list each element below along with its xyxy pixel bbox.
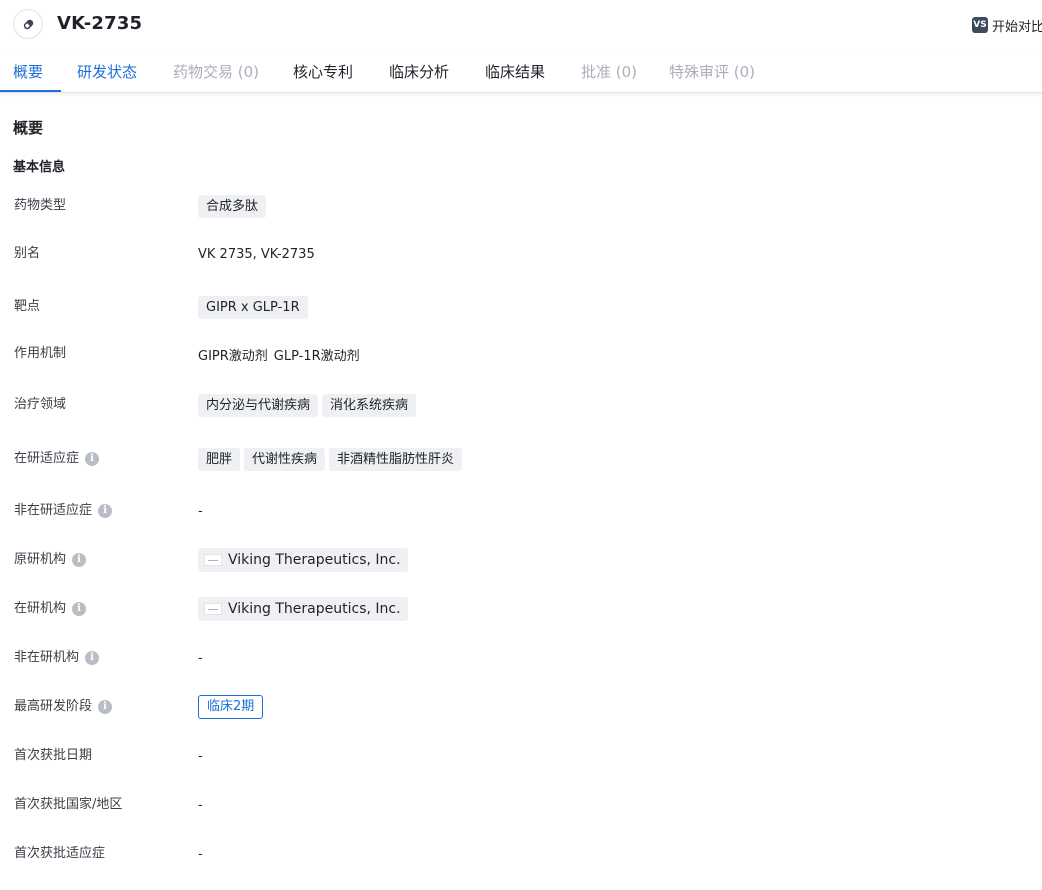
field-value: - xyxy=(198,748,203,764)
field-value: Viking Therapeutics, Inc. xyxy=(198,545,408,575)
info-icon[interactable]: i xyxy=(85,651,100,665)
therapeutic-area-tag: 内分泌与代谢疾病 xyxy=(198,393,319,417)
field-label: 首次获批日期 xyxy=(14,748,93,763)
field-value: 内分泌与代谢疾病 消化系统疾病 xyxy=(198,390,420,420)
field-label: 首次获批国家/地区 xyxy=(14,797,123,812)
field-label-text: 最高研发阶段 xyxy=(14,699,93,714)
mechanism-item: GLP-1R激动剂 xyxy=(273,348,360,364)
therapeutic-area-tag: 消化系统疾病 xyxy=(322,393,417,417)
field-label: 最高研发阶段 i xyxy=(14,692,113,722)
row-originator: 原研机构 i Viking Therapeutics, Inc. xyxy=(0,545,1042,575)
field-value: - xyxy=(198,650,203,666)
organization-tag[interactable]: Viking Therapeutics, Inc. xyxy=(198,548,408,572)
row-target: 靶点 GIPR x GLP-1R xyxy=(0,292,1042,322)
field-label: 在研机构 i xyxy=(14,594,87,624)
field-value: - xyxy=(198,797,203,813)
field-label-text: 在研适应症 xyxy=(14,451,80,466)
field-value: GIPR x GLP-1R xyxy=(198,292,312,322)
organization-name: Viking Therapeutics, Inc. xyxy=(228,601,401,617)
row-first-approval-country: 首次获批国家/地区 - xyxy=(0,790,1042,820)
field-label: 非在研适应症 i xyxy=(14,496,113,526)
row-active-org: 在研机构 i Viking Therapeutics, Inc. xyxy=(0,594,1042,624)
field-label: 非在研机构 i xyxy=(14,643,100,673)
field-value: Viking Therapeutics, Inc. xyxy=(198,594,408,624)
info-icon[interactable]: i xyxy=(72,602,87,616)
compare-label: 开始对比 xyxy=(992,19,1042,35)
field-label: 别名 xyxy=(14,246,41,261)
row-drug-type: 药物类型 合成多肽 xyxy=(0,191,1042,221)
field-value: 合成多肽 xyxy=(198,191,270,221)
row-inactive-indication: 非在研适应症 i - xyxy=(0,496,1042,526)
field-value: - xyxy=(198,503,203,519)
company-logo-icon xyxy=(204,554,222,566)
tab-special-review[interactable]: 特殊审评 (0) xyxy=(669,52,755,92)
company-logo-icon xyxy=(204,603,222,615)
vs-icon: VS xyxy=(972,17,988,33)
field-value: - xyxy=(198,846,203,862)
field-label: 作用机制 xyxy=(14,346,67,361)
alias-value: VK 2735, VK-2735 xyxy=(198,246,315,262)
field-label: 靶点 xyxy=(14,299,41,314)
row-inactive-org: 非在研机构 i - xyxy=(0,643,1042,673)
tab-bar: 概要 研发状态 药物交易 (0) 核心专利 临床分析 临床结果 批准 (0) 特… xyxy=(0,52,1042,93)
tab-clinical-results[interactable]: 临床结果 xyxy=(485,52,545,92)
target-tag[interactable]: GIPR x GLP-1R xyxy=(198,295,308,319)
info-icon[interactable]: i xyxy=(72,553,87,567)
tab-deals[interactable]: 药物交易 (0) xyxy=(173,52,259,92)
organization-name: Viking Therapeutics, Inc. xyxy=(228,552,401,568)
phase-tag[interactable]: 临床2期 xyxy=(198,695,264,719)
row-active-indication: 在研适应症 i 肥胖 代谢性疾病 非酒精性脂肪性肝炎 xyxy=(0,444,1042,474)
pill-icon xyxy=(13,9,43,39)
indication-tag[interactable]: 代谢性疾病 xyxy=(244,447,326,471)
indication-tag[interactable]: 肥胖 xyxy=(198,447,241,471)
tab-overview[interactable]: 概要 xyxy=(13,52,43,92)
row-alias: 别名 VK 2735, VK-2735 xyxy=(0,239,1042,269)
compare-button[interactable]: VS 开始对比 xyxy=(972,16,1042,35)
row-highest-phase: 最高研发阶段 i 临床2期 xyxy=(0,692,1042,722)
tab-clinical-analysis[interactable]: 临床分析 xyxy=(389,52,449,92)
field-label: 在研适应症 i xyxy=(14,444,100,474)
info-icon[interactable]: i xyxy=(98,700,113,714)
info-icon[interactable]: i xyxy=(85,452,100,466)
row-mechanism: 作用机制 GIPR激动剂 GLP-1R激动剂 xyxy=(0,339,1042,369)
tab-approvals[interactable]: 批准 (0) xyxy=(581,52,637,92)
section-title: 概要 xyxy=(13,119,44,137)
field-value: 临床2期 xyxy=(198,692,264,722)
field-label: 首次获批适应症 xyxy=(14,846,106,861)
drug-type-tag: 合成多肽 xyxy=(198,194,267,218)
row-first-approval-date: 首次获批日期 - xyxy=(0,741,1042,771)
field-label-text: 在研机构 xyxy=(14,601,67,616)
tab-rd-status[interactable]: 研发状态 xyxy=(77,52,137,92)
field-value: GIPR激动剂 GLP-1R激动剂 xyxy=(198,339,360,369)
active-tab-indicator xyxy=(0,90,61,92)
indication-tag[interactable]: 非酒精性脂肪性肝炎 xyxy=(329,447,463,471)
info-icon[interactable]: i xyxy=(98,504,113,518)
row-first-approval-indication: 首次获批适应症 - xyxy=(0,839,1042,869)
page-header: VK-2735 VS 开始对比 xyxy=(0,0,1042,52)
row-therapeutic-area: 治疗领域 内分泌与代谢疾病 消化系统疾病 xyxy=(0,390,1042,420)
field-label-text: 原研机构 xyxy=(14,552,67,567)
field-label: 治疗领域 xyxy=(14,397,67,412)
field-label: 原研机构 i xyxy=(14,545,87,575)
tab-core-patents[interactable]: 核心专利 xyxy=(293,52,353,92)
drug-title: VK-2735 xyxy=(57,13,143,34)
field-label-text: 非在研机构 xyxy=(14,650,80,665)
organization-tag[interactable]: Viking Therapeutics, Inc. xyxy=(198,597,408,621)
basic-info-title: 基本信息 xyxy=(13,160,66,175)
field-value: 肥胖 代谢性疾病 非酒精性脂肪性肝炎 xyxy=(198,444,466,474)
field-label-text: 非在研适应症 xyxy=(14,503,93,518)
field-label: 药物类型 xyxy=(14,198,67,213)
mechanism-item: GIPR激动剂 xyxy=(198,348,268,364)
